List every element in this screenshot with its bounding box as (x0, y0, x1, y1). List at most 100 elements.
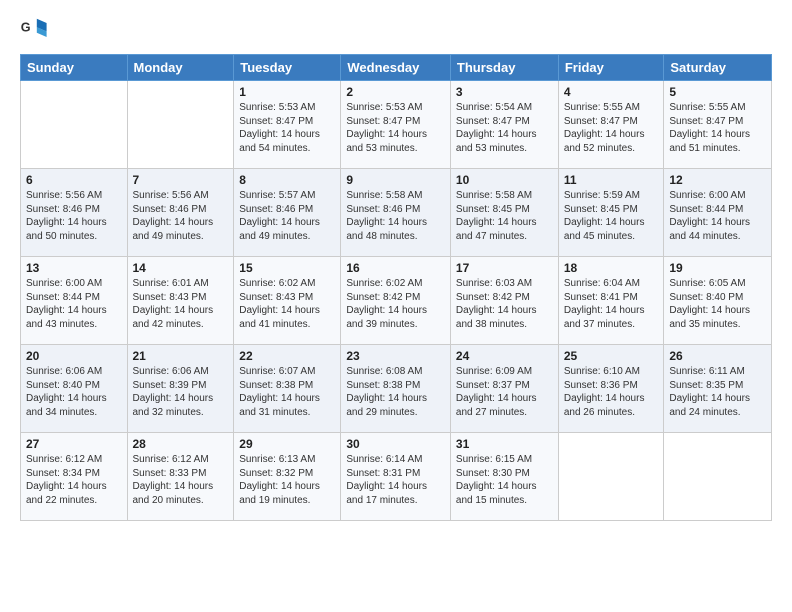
calendar-cell: 15 Sunrise: 6:02 AM Sunset: 8:43 PM Dayli… (234, 257, 341, 345)
day-number: 3 (456, 85, 553, 99)
day-number: 8 (239, 173, 335, 187)
calendar-cell: 8 Sunrise: 5:57 AM Sunset: 8:46 PM Daylig… (234, 169, 341, 257)
day-info: Sunrise: 6:12 AM Sunset: 8:33 PM Dayligh… (133, 453, 229, 507)
day-number: 18 (564, 261, 659, 275)
weekday-header-friday: Friday (558, 55, 664, 81)
calendar-cell: 4 Sunrise: 5:55 AM Sunset: 8:47 PM Daylig… (558, 81, 664, 169)
day-number: 11 (564, 173, 659, 187)
calendar-cell: 23Sunrise: 6:08 AM Sunset: 8:38 PM Dayli… (341, 345, 451, 433)
weekday-header-monday: Monday (127, 55, 234, 81)
day-info: Sunrise: 6:02 AM Sunset: 8:43 PM Dayligh… (239, 277, 335, 331)
day-number: 20 (26, 349, 122, 363)
calendar-cell (21, 81, 128, 169)
day-info: Sunrise: 5:59 AM Sunset: 8:45 PM Dayligh… (564, 189, 659, 243)
calendar-cell: 19 Sunrise: 6:05 AM Sunset: 8:40 PM Dayli… (664, 257, 772, 345)
calendar-table: SundayMondayTuesdayWednesdayThursdayFrid… (20, 54, 772, 521)
day-info: Sunrise: 6:08 AM Sunset: 8:38 PM Dayligh… (346, 365, 445, 419)
day-number: 10 (456, 173, 553, 187)
calendar-cell (664, 433, 772, 521)
calendar-cell: 6 Sunrise: 5:56 AM Sunset: 8:46 PM Daylig… (21, 169, 128, 257)
calendar-cell: 26 Sunrise: 6:11 AM Sunset: 8:35 PM Dayli… (664, 345, 772, 433)
calendar-cell: 14 Sunrise: 6:01 AM Sunset: 8:43 PM Dayli… (127, 257, 234, 345)
week-row-5: 27 Sunrise: 6:12 AM Sunset: 8:34 PM Dayli… (21, 433, 772, 521)
day-number: 1 (239, 85, 335, 99)
day-info: Sunrise: 6:10 AM Sunset: 8:36 PM Dayligh… (564, 365, 659, 419)
calendar-cell: 12 Sunrise: 6:00 AM Sunset: 8:44 PM Dayli… (664, 169, 772, 257)
calendar-cell: 28 Sunrise: 6:12 AM Sunset: 8:33 PM Dayli… (127, 433, 234, 521)
day-info: Sunrise: 6:09 AM Sunset: 8:37 PM Dayligh… (456, 365, 553, 419)
calendar-cell: 17 Sunrise: 6:03 AM Sunset: 8:42 PM Dayli… (450, 257, 558, 345)
day-number: 17 (456, 261, 553, 275)
day-number: 26 (669, 349, 766, 363)
day-number: 30 (346, 437, 445, 451)
day-number: 14 (133, 261, 229, 275)
day-info: Sunrise: 6:02 AM Sunset: 8:42 PM Dayligh… (346, 277, 445, 331)
weekday-header-sunday: Sunday (21, 55, 128, 81)
day-info: Sunrise: 6:12 AM Sunset: 8:34 PM Dayligh… (26, 453, 122, 507)
weekday-header-wednesday: Wednesday (341, 55, 451, 81)
calendar-cell: 21Sunrise: 6:06 AM Sunset: 8:39 PM Dayli… (127, 345, 234, 433)
day-info: Sunrise: 5:56 AM Sunset: 8:46 PM Dayligh… (26, 189, 122, 243)
calendar-cell: 20 Sunrise: 6:06 AM Sunset: 8:40 PM Dayli… (21, 345, 128, 433)
calendar-cell: 9 Sunrise: 5:58 AM Sunset: 8:46 PM Daylig… (341, 169, 451, 257)
day-number: 31 (456, 437, 553, 451)
day-number: 21 (133, 349, 229, 363)
page: G SundayMondayTuesdayWednesdayThursdayFr… (0, 0, 792, 612)
weekday-header-saturday: Saturday (664, 55, 772, 81)
calendar-cell: 30 Sunrise: 6:14 AM Sunset: 8:31 PM Dayli… (341, 433, 451, 521)
generalblue-icon: G (20, 16, 48, 44)
day-info: Sunrise: 5:55 AM Sunset: 8:47 PM Dayligh… (669, 101, 766, 155)
day-info: Sunrise: 6:03 AM Sunset: 8:42 PM Dayligh… (456, 277, 553, 331)
day-number: 16 (346, 261, 445, 275)
weekday-header-tuesday: Tuesday (234, 55, 341, 81)
calendar-cell: 13Sunrise: 6:00 AM Sunset: 8:44 PM Dayli… (21, 257, 128, 345)
day-info: Sunrise: 6:06 AM Sunset: 8:40 PM Dayligh… (26, 365, 122, 419)
day-info: Sunrise: 6:13 AM Sunset: 8:32 PM Dayligh… (239, 453, 335, 507)
calendar-cell (127, 81, 234, 169)
day-number: 9 (346, 173, 445, 187)
day-number: 12 (669, 173, 766, 187)
calendar-cell: 3 Sunrise: 5:54 AM Sunset: 8:47 PM Daylig… (450, 81, 558, 169)
header: G (20, 16, 772, 44)
day-number: 24 (456, 349, 553, 363)
day-number: 4 (564, 85, 659, 99)
day-number: 25 (564, 349, 659, 363)
day-number: 29 (239, 437, 335, 451)
day-number: 22 (239, 349, 335, 363)
day-info: Sunrise: 5:54 AM Sunset: 8:47 PM Dayligh… (456, 101, 553, 155)
day-info: Sunrise: 5:55 AM Sunset: 8:47 PM Dayligh… (564, 101, 659, 155)
week-row-4: 20 Sunrise: 6:06 AM Sunset: 8:40 PM Dayli… (21, 345, 772, 433)
weekday-header-thursday: Thursday (450, 55, 558, 81)
day-info: Sunrise: 6:05 AM Sunset: 8:40 PM Dayligh… (669, 277, 766, 331)
day-info: Sunrise: 5:53 AM Sunset: 8:47 PM Dayligh… (346, 101, 445, 155)
calendar-cell: 5 Sunrise: 5:55 AM Sunset: 8:47 PM Daylig… (664, 81, 772, 169)
day-number: 28 (133, 437, 229, 451)
calendar-cell: 10 Sunrise: 5:58 AM Sunset: 8:45 PM Dayli… (450, 169, 558, 257)
day-number: 5 (669, 85, 766, 99)
day-number: 15 (239, 261, 335, 275)
day-number: 7 (133, 173, 229, 187)
calendar-cell (558, 433, 664, 521)
day-info: Sunrise: 6:11 AM Sunset: 8:35 PM Dayligh… (669, 365, 766, 419)
calendar-cell: 31 Sunrise: 6:15 AM Sunset: 8:30 PM Dayli… (450, 433, 558, 521)
day-info: Sunrise: 6:15 AM Sunset: 8:30 PM Dayligh… (456, 453, 553, 507)
day-number: 27 (26, 437, 122, 451)
day-info: Sunrise: 6:00 AM Sunset: 8:44 PM Dayligh… (669, 189, 766, 243)
day-number: 6 (26, 173, 122, 187)
day-info: Sunrise: 5:56 AM Sunset: 8:46 PM Dayligh… (133, 189, 229, 243)
day-info: Sunrise: 5:58 AM Sunset: 8:45 PM Dayligh… (456, 189, 553, 243)
day-info: Sunrise: 5:53 AM Sunset: 8:47 PM Dayligh… (239, 101, 335, 155)
day-info: Sunrise: 6:14 AM Sunset: 8:31 PM Dayligh… (346, 453, 445, 507)
week-row-2: 6 Sunrise: 5:56 AM Sunset: 8:46 PM Daylig… (21, 169, 772, 257)
calendar-cell: 11 Sunrise: 5:59 AM Sunset: 8:45 PM Dayli… (558, 169, 664, 257)
logo: G (20, 16, 50, 44)
calendar-cell: 22 Sunrise: 6:07 AM Sunset: 8:38 PM Dayli… (234, 345, 341, 433)
day-info: Sunrise: 5:58 AM Sunset: 8:46 PM Dayligh… (346, 189, 445, 243)
week-row-1: 1 Sunrise: 5:53 AM Sunset: 8:47 PM Daylig… (21, 81, 772, 169)
calendar-cell: 18Sunrise: 6:04 AM Sunset: 8:41 PM Dayli… (558, 257, 664, 345)
day-info: Sunrise: 5:57 AM Sunset: 8:46 PM Dayligh… (239, 189, 335, 243)
day-number: 2 (346, 85, 445, 99)
day-number: 19 (669, 261, 766, 275)
day-info: Sunrise: 6:07 AM Sunset: 8:38 PM Dayligh… (239, 365, 335, 419)
day-info: Sunrise: 6:01 AM Sunset: 8:43 PM Dayligh… (133, 277, 229, 331)
